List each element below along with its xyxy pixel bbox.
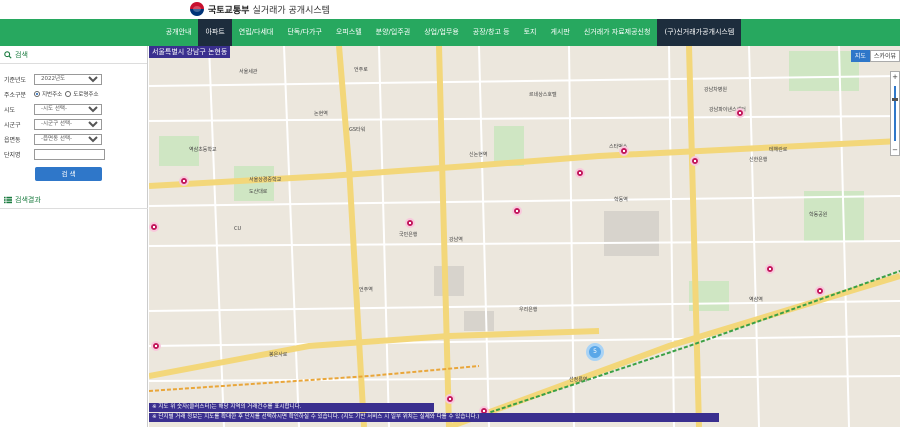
period-select[interactable]: 2022년도: [34, 73, 102, 85]
map-marker-pin[interactable]: [445, 394, 455, 404]
nav-item-board[interactable]: 게시판: [543, 19, 576, 46]
nav-item-commercial[interactable]: 상업/업무용: [417, 19, 466, 46]
sido-label: 시도: [4, 106, 16, 114]
map-marker-pin[interactable]: [619, 146, 629, 156]
zoom-track[interactable]: [894, 86, 896, 141]
nav-item-apartment[interactable]: 아파트: [198, 19, 232, 46]
map-type-switch: 지도 스카이뷰: [850, 50, 900, 62]
dong-select[interactable]: -읍면동 선택-: [34, 133, 102, 145]
danji-label: 단지명: [4, 151, 21, 159]
radio-jibun-label: 지번주소: [42, 92, 63, 98]
sido-select[interactable]: -시도 선택-: [34, 103, 102, 115]
search-icon: [4, 50, 12, 59]
result-panel-header: 검색결과: [0, 191, 148, 209]
nav-item-officetel[interactable]: 오피스텔: [329, 19, 369, 46]
poi-label: CU: [234, 226, 242, 232]
poi-label: 봉은사로: [269, 352, 288, 358]
danji-input[interactable]: [34, 148, 105, 160]
poi-label: 언주로: [354, 67, 368, 73]
logo-title: 국토교통부 실거래가 공개시스템: [208, 3, 330, 16]
zoom-control: + −: [890, 71, 900, 156]
map-marker-pin[interactable]: [735, 108, 745, 118]
current-location-label: 서울특별시 강남구 논현동: [149, 46, 231, 58]
logo-sub: 실거래가 공개시스템: [252, 5, 330, 16]
site-logo[interactable]: 국토교통부 실거래가 공개시스템: [190, 2, 330, 16]
poi-label: 학동공원: [809, 212, 828, 218]
search-button[interactable]: 검 색: [35, 167, 102, 181]
sigungu-row: 시군구 -시군구 선택-: [0, 117, 147, 131]
government-emblem-icon: [190, 2, 204, 16]
search-panel-header: 검색: [0, 46, 147, 64]
period-label: 기준년도: [4, 76, 27, 84]
poi-label: 테헤란로: [769, 147, 788, 153]
map-marker-pin[interactable]: [149, 222, 159, 232]
search-sidebar: 검색 기준년도 2022년도 주소구분 지번주소 도로명주소 시도 -시도 선택…: [0, 46, 148, 427]
period-row: 기준년도 2022년도: [0, 72, 147, 86]
zoom-out-button[interactable]: −: [891, 146, 899, 154]
radio-road[interactable]: [65, 91, 72, 97]
logo-main: 국토교통부: [208, 5, 250, 16]
map-marker-pin[interactable]: [690, 156, 700, 166]
dong-row: 읍면동 -읍면동 선택-: [0, 132, 147, 146]
nav-item-data-request[interactable]: 신거래가 자료제공신청: [577, 19, 658, 46]
main-nav: 공개안내 아파트 연립/다세대 단독/다가구 오피스텔 분양/입주권 상업/업무…: [0, 19, 900, 46]
header: 국토교통부 실거래가 공개시스템: [0, 0, 900, 19]
poi-label: 신논현역: [469, 152, 488, 158]
poi-label: 강남역: [449, 237, 463, 243]
map-type-map-button[interactable]: 지도: [850, 50, 870, 62]
nav-item-old-system[interactable]: (구)신거래가공개시스템: [657, 19, 742, 46]
poi-label: 선정릉역: [569, 377, 588, 383]
nav-item-factory[interactable]: 공장/창고 등: [466, 19, 517, 46]
dong-label: 읍면동: [4, 136, 21, 144]
poi-label: 신한은행: [749, 157, 768, 163]
search-panel-title: 검색: [15, 50, 28, 59]
map-marker-pin[interactable]: [179, 176, 189, 186]
poi-label: 강남차병원: [704, 87, 728, 93]
zoom-slider-handle[interactable]: [892, 98, 898, 101]
map-canvas[interactable]: [149, 46, 900, 427]
map-marker-pin[interactable]: [575, 168, 585, 178]
sigungu-select[interactable]: -시군구 선택-: [34, 118, 102, 130]
map-marker-pin[interactable]: [765, 264, 775, 274]
address-type-label: 주소구분: [4, 91, 27, 99]
map-marker-pin[interactable]: [815, 286, 825, 296]
poi-label: 국민은행: [399, 232, 418, 238]
nav-item-presale[interactable]: 분양/입주권: [369, 19, 418, 46]
poi-label: 논현역: [314, 111, 328, 117]
poi-label: 역삼초등학교: [189, 147, 217, 153]
radio-jibun[interactable]: [34, 91, 40, 97]
danji-row: 단지명: [0, 147, 147, 161]
map-notice-1: ※ 지도 위 숫자(클러스터)는 해당 지역의 거래건수를 표시합니다.: [149, 403, 434, 412]
poi-label: 도산대로: [249, 189, 268, 195]
radio-road-label: 도로명주소: [73, 92, 99, 98]
map-marker-pin[interactable]: [512, 206, 522, 216]
nav-item-guide[interactable]: 공개안내: [159, 19, 199, 46]
address-type-row: 주소구분 지번주소 도로명주소: [0, 87, 147, 101]
transaction-cluster[interactable]: 5: [586, 343, 604, 361]
nav-item-villa[interactable]: 연립/다세대: [232, 19, 281, 46]
zoom-in-button[interactable]: +: [891, 73, 899, 81]
nav-item-land[interactable]: 토지: [517, 19, 544, 46]
poi-label: 서울상경중학교: [249, 177, 282, 183]
poi-label: 우리은행: [519, 307, 538, 313]
nav-item-house[interactable]: 단독/다가구: [280, 19, 329, 46]
poi-label: 르네상스호텔: [529, 92, 557, 98]
sido-row: 시도 -시도 선택-: [0, 102, 147, 116]
poi-label: GS타워: [349, 127, 366, 133]
poi-label: 학동역: [614, 197, 628, 203]
result-panel-title: 검색결과: [15, 195, 41, 204]
poi-label: 서울세관: [239, 69, 258, 75]
list-icon: [4, 196, 12, 203]
sigungu-label: 시군구: [4, 121, 21, 129]
map-marker-pin[interactable]: [151, 341, 161, 351]
map-marker-pin[interactable]: [405, 218, 415, 228]
poi-label: 언주역: [359, 287, 373, 293]
map-view[interactable]: 서울세관 논현역 GS타워 신논현역 학동역 언주역 선정릉역 역삼역 르네상스…: [149, 46, 900, 427]
poi-label: 역삼역: [749, 297, 763, 303]
map-type-skyview-button[interactable]: 스카이뷰: [869, 50, 900, 62]
map-notice-2: ※ 단지별 거래 정보는 지도를 확대한 후 단지를 선택하시면 확인하실 수 …: [149, 413, 719, 422]
